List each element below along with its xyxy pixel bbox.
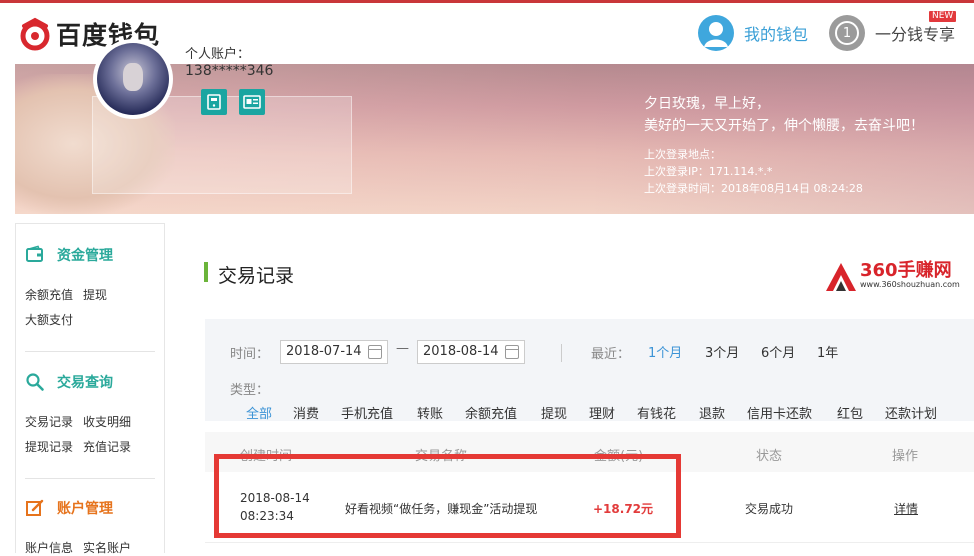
row-detail-link[interactable]: 详情 xyxy=(894,500,918,517)
sidebar-section-account[interactable]: 账户管理 xyxy=(25,498,113,518)
sidebar-funds-title: 资金管理 xyxy=(57,248,113,264)
date-to-value: 2018-08-14 xyxy=(423,344,499,359)
wallet-icon xyxy=(25,245,45,265)
type-transfer[interactable]: 转账 xyxy=(417,403,443,422)
one-cent-icon: 1 xyxy=(829,15,865,51)
sidebar-link-large-payment[interactable]: 大额支付 xyxy=(25,311,73,328)
date-from-value: 2018-07-14 xyxy=(286,344,362,359)
type-mobile-recharge[interactable]: 手机充值 xyxy=(341,403,393,422)
nav-one-cent-label: 一分钱专享 xyxy=(875,25,956,44)
date-from-input[interactable]: 2018-07-14 xyxy=(280,340,388,364)
watermark: 360手赚网 www.360shouzhuan.com xyxy=(822,259,960,293)
filter-divider xyxy=(561,344,562,362)
sidebar-link-withdraw-records[interactable]: 提现记录 xyxy=(25,438,73,455)
sidebar-link-recharge-records[interactable]: 充值记录 xyxy=(83,438,131,455)
sidebar-link-income-expense[interactable]: 收支明细 xyxy=(83,413,131,430)
sidebar-divider xyxy=(25,351,155,352)
sidebar-link-transactions[interactable]: 交易记录 xyxy=(25,413,73,430)
type-withdraw[interactable]: 提现 xyxy=(541,403,567,422)
last-login-time: 上次登录时间：2018年08月14日 08:24:28 xyxy=(644,182,863,195)
avatar[interactable] xyxy=(93,39,173,119)
recent-option-1-year[interactable]: 1年 xyxy=(817,342,838,361)
recent-option-6-months[interactable]: 6个月 xyxy=(761,342,795,361)
sidebar-account-title: 账户管理 xyxy=(57,501,113,517)
nav-my-wallet-label: 我的钱包 xyxy=(744,25,809,44)
nav-my-wallet[interactable]: 我的钱包 xyxy=(698,15,808,51)
phone-icon[interactable] xyxy=(201,89,227,115)
last-login-ip: 上次登录IP：171.114.*.* xyxy=(644,165,773,178)
page-title: 交易记录 xyxy=(218,265,295,287)
title-accent-bar xyxy=(204,262,208,282)
time-label: 时间： xyxy=(230,347,270,362)
sidebar-link-realname[interactable]: 实名账户 xyxy=(83,539,131,556)
id-card-icon[interactable] xyxy=(239,89,265,115)
account-number: 138*****346 xyxy=(185,63,274,79)
type-red-packet[interactable]: 红包 xyxy=(837,403,863,422)
calendar-icon[interactable] xyxy=(368,345,382,359)
watermark-logo-icon xyxy=(822,259,860,293)
avatar-face xyxy=(123,63,143,91)
row-status: 交易成功 xyxy=(745,502,794,516)
type-all[interactable]: 全部 xyxy=(246,403,272,422)
date-separator: — xyxy=(396,341,409,356)
recent-option-3-months[interactable]: 3个月 xyxy=(705,342,739,361)
col-status: 状态 xyxy=(756,449,783,464)
watermark-brand: 360手赚网 xyxy=(860,260,952,281)
sidebar-link-account-info[interactable]: 账户信息 xyxy=(25,539,73,556)
greeting-line2: 美好的一天又开始了，伸个懒腰，去奋斗吧！ xyxy=(644,118,924,134)
type-consume[interactable]: 消费 xyxy=(293,403,319,422)
type-balance-recharge[interactable]: 余额充值 xyxy=(465,403,517,422)
one-cent-number: 1 xyxy=(835,21,859,45)
new-badge: NEW xyxy=(929,11,957,22)
baidu-wallet-logo-icon xyxy=(18,17,52,51)
type-repayment-plan[interactable]: 还款计划 xyxy=(885,403,937,422)
greeting-line1: 夕日玫瑰，早上好， xyxy=(644,96,770,112)
recent-option-1-month[interactable]: 1个月 xyxy=(648,342,682,361)
date-to-input[interactable]: 2018-08-14 xyxy=(417,340,525,364)
recent-label: 最近： xyxy=(591,347,631,362)
avatar-image xyxy=(97,43,169,115)
edit-icon xyxy=(25,498,45,518)
watermark-url: www.360shouzhuan.com xyxy=(860,280,960,289)
search-icon xyxy=(25,372,45,392)
col-action: 操作 xyxy=(892,449,919,464)
calendar-icon[interactable] xyxy=(505,345,519,359)
last-login-place: 上次登录地点： xyxy=(644,148,721,161)
highlight-annotation-box xyxy=(214,454,681,538)
type-youqianhua[interactable]: 有钱花 xyxy=(637,403,676,422)
type-label: 类型： xyxy=(230,383,270,398)
account-label: 个人账户： xyxy=(185,47,251,62)
user-icon xyxy=(698,15,734,51)
sidebar-link-withdraw[interactable]: 提现 xyxy=(83,286,107,303)
sidebar-query-title: 交易查询 xyxy=(57,375,113,391)
sidebar-divider xyxy=(25,478,155,479)
sidebar-link-recharge[interactable]: 余额充值 xyxy=(25,286,73,303)
sidebar-section-query[interactable]: 交易查询 xyxy=(25,372,113,392)
type-finance[interactable]: 理财 xyxy=(589,403,615,422)
sidebar-section-funds[interactable]: 资金管理 xyxy=(25,245,113,265)
type-credit-card[interactable]: 信用卡还款 xyxy=(747,403,812,422)
type-refund[interactable]: 退款 xyxy=(699,403,725,422)
